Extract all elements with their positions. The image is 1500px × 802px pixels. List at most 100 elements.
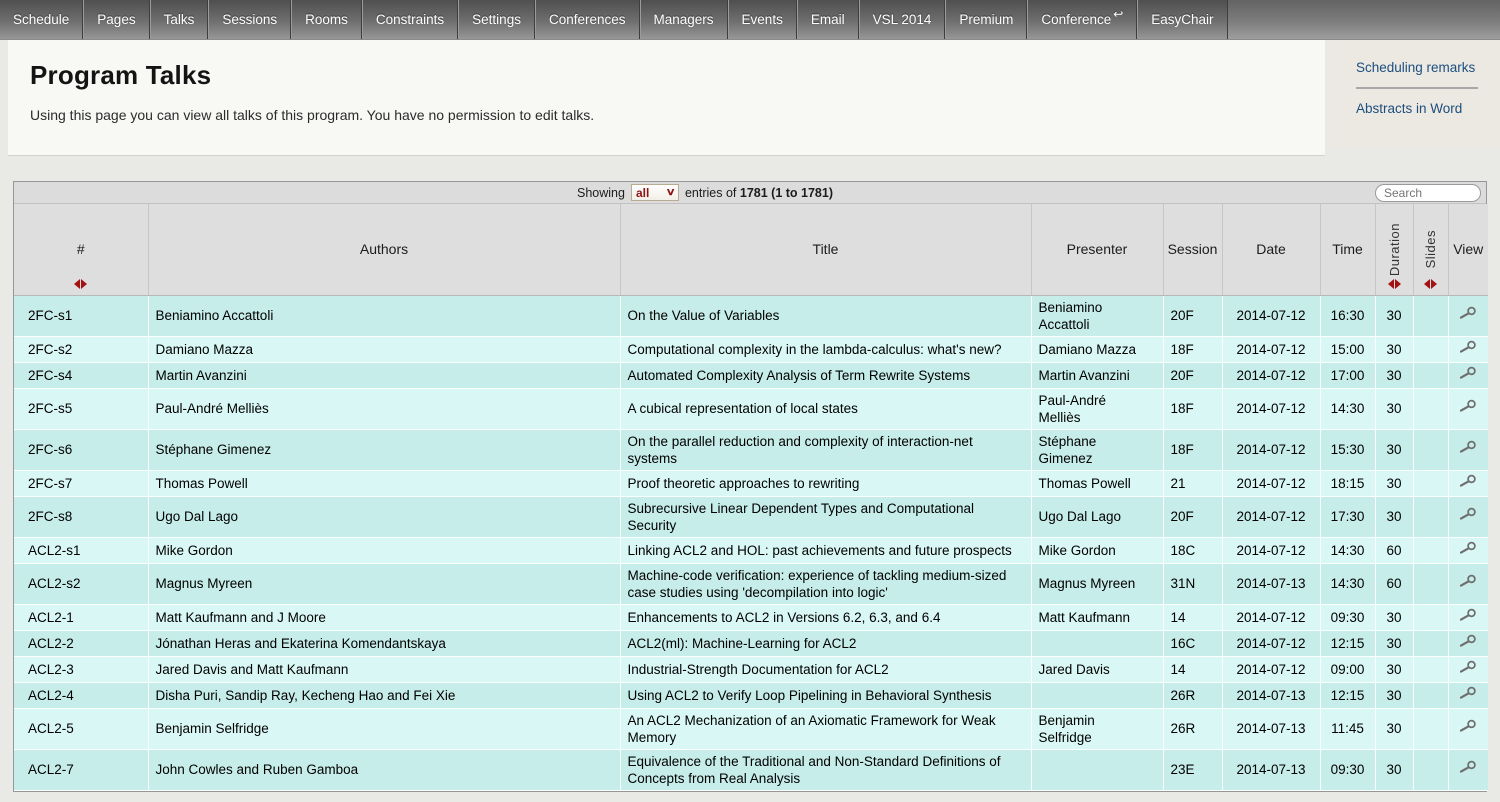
view-talk-magnifier-icon[interactable] — [1458, 541, 1478, 556]
view-talk-magnifier-icon[interactable] — [1458, 306, 1478, 321]
cell-authors: Stéphane Gimenez — [148, 429, 620, 470]
chevron-down-icon: ∨ — [665, 187, 675, 198]
table-row: ACL2-3Jared Davis and Matt KaufmannIndus… — [14, 656, 1488, 682]
table-header: #AuthorsTitlePresenterSessionDateTimeDur… — [14, 204, 1488, 295]
cell-id: ACL2-4 — [14, 682, 148, 708]
cell-duration: 30 — [1375, 496, 1413, 537]
cell-session: 18F — [1163, 429, 1222, 470]
cell-slides — [1413, 295, 1448, 336]
cell-presenter: Ugo Dal Lago — [1031, 496, 1163, 537]
cell-session: 20F — [1163, 362, 1222, 388]
view-talk-magnifier-icon[interactable] — [1458, 634, 1478, 649]
col-label: Duration — [1387, 223, 1402, 276]
cell-id: 2FC-s6 — [14, 429, 148, 470]
nav-tab-sessions[interactable]: Sessions — [208, 0, 291, 39]
nav-tab-rooms[interactable]: Rooms — [291, 0, 362, 39]
cell-time: 09:30 — [1320, 749, 1375, 790]
cell-slides — [1413, 749, 1448, 790]
cell-id: ACL2-3 — [14, 656, 148, 682]
top-nav: SchedulePagesTalksSessionsRooms Constrain… — [0, 0, 1500, 40]
cell-slides — [1413, 656, 1448, 682]
cell-time: 14:30 — [1320, 388, 1375, 429]
col-header-duration[interactable]: Duration — [1375, 204, 1413, 295]
cell-title: Linking ACL2 and HOL: past achievements … — [620, 537, 1031, 563]
nav-tab-label: Events — [742, 12, 783, 27]
table-row: ACL2-5Benjamin SelfridgeAn ACL2 Mechaniz… — [14, 708, 1488, 749]
cell-view — [1448, 362, 1488, 388]
abstracts-in-word-link[interactable]: Abstracts in Word — [1356, 101, 1482, 116]
view-talk-magnifier-icon[interactable] — [1458, 686, 1478, 701]
search-input[interactable] — [1375, 184, 1481, 202]
table-row: 2FC-s8Ugo Dal LagoSubrecursive Linear De… — [14, 496, 1488, 537]
view-talk-magnifier-icon[interactable] — [1458, 474, 1478, 489]
sort-arrows[interactable] — [14, 279, 148, 289]
cell-session: 14 — [1163, 604, 1222, 630]
nav-tab-label: Constraints — [376, 12, 444, 27]
cell-time: 16:30 — [1320, 295, 1375, 336]
cell-duration: 30 — [1375, 682, 1413, 708]
sort-arrows[interactable] — [1414, 279, 1448, 289]
view-talk-magnifier-icon[interactable] — [1458, 608, 1478, 623]
nav-tab-easychair[interactable]: EasyChair — [1137, 0, 1227, 39]
side-panel-divider — [1356, 87, 1478, 89]
nav-tab-conferences[interactable]: Conferences — [535, 0, 640, 39]
cell-presenter: Beniamino Accattoli — [1031, 295, 1163, 336]
cell-session: 26R — [1163, 682, 1222, 708]
cell-slides — [1413, 682, 1448, 708]
nav-tab-label: EasyChair — [1151, 12, 1213, 27]
cell-title: Computational complexity in the lambda-c… — [620, 336, 1031, 362]
view-talk-magnifier-icon[interactable] — [1458, 340, 1478, 355]
nav-tab-constraints[interactable]: Constraints — [362, 0, 458, 39]
nav-tab-vsl-2014[interactable]: VSL 2014 — [859, 0, 946, 39]
nav-tab-pages[interactable]: Pages — [83, 0, 149, 39]
view-talk-magnifier-icon[interactable] — [1458, 660, 1478, 675]
sort-arrows[interactable] — [1376, 279, 1413, 289]
nav-tab-settings[interactable]: Settings — [458, 0, 535, 39]
cell-time: 12:15 — [1320, 682, 1375, 708]
nav-tab-managers[interactable]: Managers — [640, 0, 728, 39]
cell-date: 2014-07-12 — [1222, 537, 1320, 563]
cell-session: 20F — [1163, 295, 1222, 336]
cell-presenter: Thomas Powell — [1031, 470, 1163, 496]
cell-presenter: Magnus Myreen — [1031, 563, 1163, 604]
col-header-id[interactable]: # — [14, 204, 148, 295]
nav-tab-email[interactable]: Email — [797, 0, 859, 39]
col-label: Authors — [149, 241, 620, 257]
nav-tab-events[interactable]: Events — [728, 0, 797, 39]
cell-session: 23E — [1163, 749, 1222, 790]
cell-title: Industrial-Strength Documentation for AC… — [620, 656, 1031, 682]
cell-id: 2FC-s2 — [14, 336, 148, 362]
entries-select[interactable]: all ∨ — [631, 184, 679, 201]
view-talk-magnifier-icon[interactable] — [1458, 366, 1478, 381]
nav-tab-label: Premium — [959, 12, 1013, 27]
cell-session: 18C — [1163, 537, 1222, 563]
nav-tab-talks[interactable]: Talks — [150, 0, 209, 39]
sort-right-icon — [1395, 279, 1401, 289]
cell-id: 2FC-s5 — [14, 388, 148, 429]
cell-title: Machine-code verification: experience of… — [620, 563, 1031, 604]
table-toolbar: Showing all ∨ entries of 1781 (1 to 1781… — [14, 182, 1486, 204]
nav-tab-schedule[interactable]: Schedule — [0, 0, 83, 39]
cell-slides — [1413, 362, 1448, 388]
cell-session: 14 — [1163, 656, 1222, 682]
view-talk-magnifier-icon[interactable] — [1458, 399, 1478, 414]
view-talk-magnifier-icon[interactable] — [1458, 760, 1478, 775]
cell-id: 2FC-s1 — [14, 295, 148, 336]
view-talk-magnifier-icon[interactable] — [1458, 574, 1478, 589]
col-header-date: Date — [1222, 204, 1320, 295]
view-talk-magnifier-icon[interactable] — [1458, 507, 1478, 522]
scheduling-remarks-link[interactable]: Scheduling remarks — [1356, 60, 1482, 75]
nav-tab-label: Managers — [654, 12, 714, 27]
table-row: 2FC-s2Damiano MazzaComputational complex… — [14, 336, 1488, 362]
view-talk-magnifier-icon[interactable] — [1458, 719, 1478, 734]
nav-tab-label: Conferences — [549, 12, 626, 27]
col-header-slides[interactable]: Slides — [1413, 204, 1448, 295]
nav-tab-conference[interactable]: Conference↩ — [1027, 0, 1137, 39]
cell-date: 2014-07-12 — [1222, 656, 1320, 682]
cell-title: Enhancements to ACL2 in Versions 6.2, 6.… — [620, 604, 1031, 630]
nav-tab-premium[interactable]: Premium — [945, 0, 1027, 39]
table-row: 2FC-s5Paul-André MellièsA cubical repres… — [14, 388, 1488, 429]
view-talk-magnifier-icon[interactable] — [1458, 440, 1478, 455]
showing-label: Showing — [577, 186, 625, 200]
cell-session: 20F — [1163, 496, 1222, 537]
